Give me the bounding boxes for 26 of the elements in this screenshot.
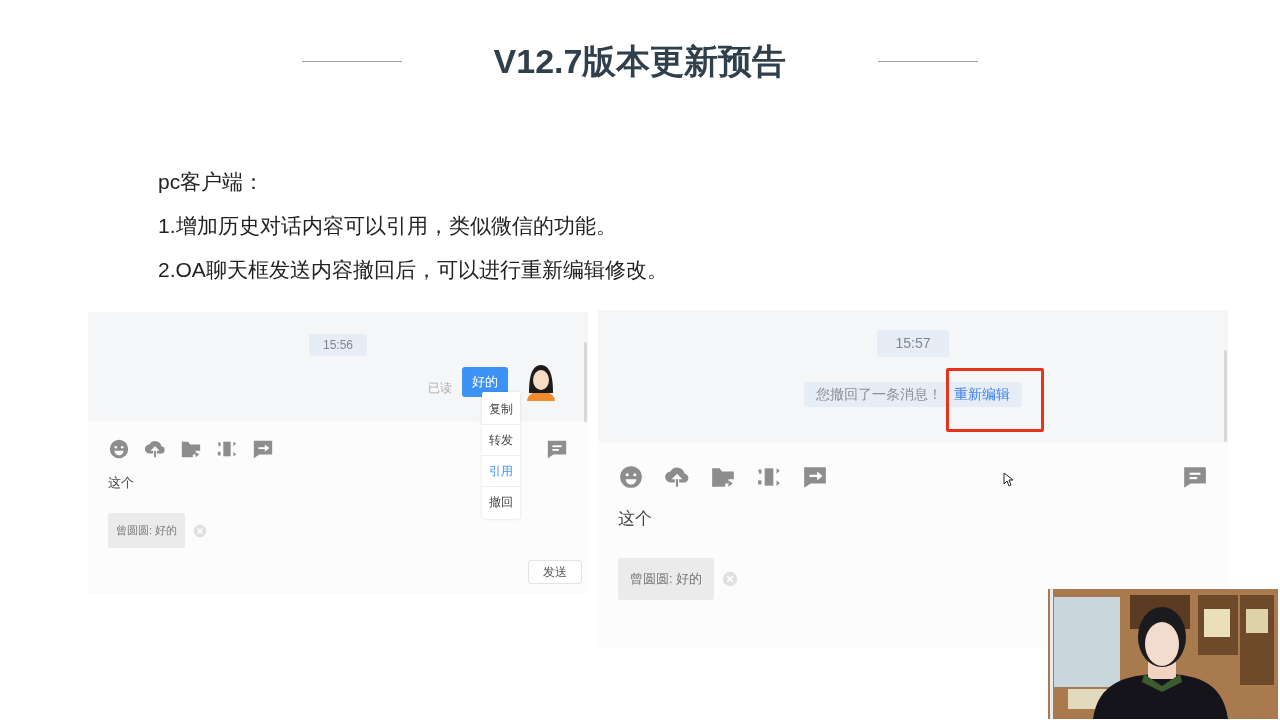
smiley-icon[interactable]	[108, 438, 130, 460]
smiley-icon[interactable]	[618, 464, 644, 490]
timestamp-chip: 15:56	[309, 334, 367, 356]
recall-notice: 您撤回了一条消息！	[816, 385, 942, 404]
feature-item: 1.增加历史对话内容可以引用，类似微信的功能。	[158, 213, 618, 239]
quote-chip: 曾圆圆: 好的	[618, 558, 715, 600]
menu-item[interactable]: 转发	[482, 425, 520, 456]
message-icon[interactable]	[1182, 464, 1208, 490]
input-text: 这个	[618, 507, 653, 530]
message-icon[interactable]	[546, 438, 568, 460]
read-status: 已读	[428, 380, 452, 397]
quote-chip: 曾圆圆: 好的	[108, 513, 186, 548]
slide-title: V12.7版本更新预告	[493, 40, 787, 82]
arrow-message-icon[interactable]	[252, 438, 274, 460]
timestamp-chip: 15:57	[877, 330, 949, 357]
message-bubble: 好的	[462, 367, 508, 397]
intro-heading: pc客户端：	[158, 169, 266, 195]
cloud-upload-icon[interactable]	[144, 438, 166, 460]
menu-item[interactable]: 撤回	[482, 487, 520, 517]
menu-item[interactable]: 复制	[482, 394, 520, 425]
avatar-icon	[524, 363, 558, 401]
arrow-message-icon[interactable]	[802, 464, 828, 490]
send-button[interactable]: 发送	[528, 560, 582, 584]
input-text: 这个	[108, 474, 135, 493]
cursor-icon	[1003, 472, 1013, 487]
feature-item: 2.OA聊天框发送内容撤回后，可以进行重新编辑修改。	[158, 257, 669, 283]
